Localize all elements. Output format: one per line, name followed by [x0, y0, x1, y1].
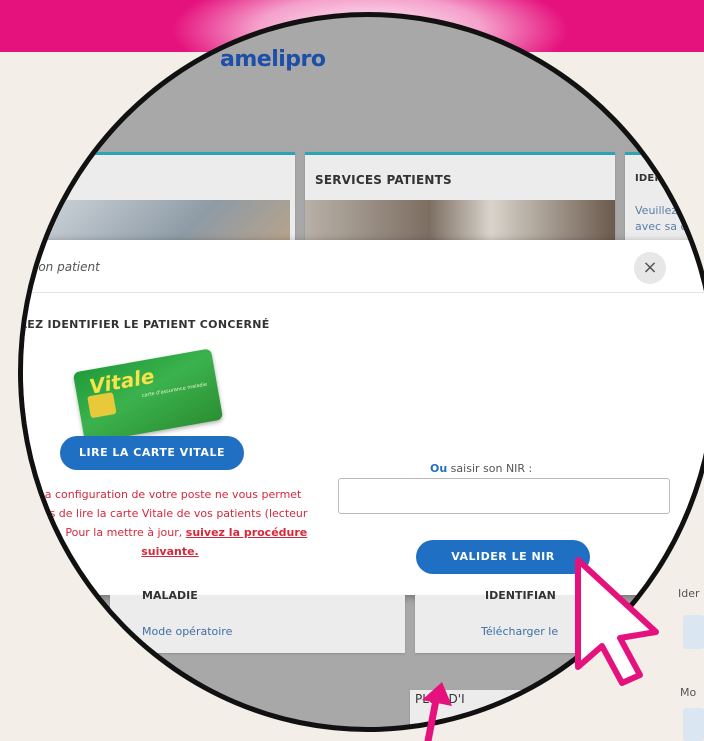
- cursor-icon: [575, 557, 659, 686]
- annotation-overlay: [422, 557, 659, 741]
- arrow-up-icon: [422, 682, 452, 741]
